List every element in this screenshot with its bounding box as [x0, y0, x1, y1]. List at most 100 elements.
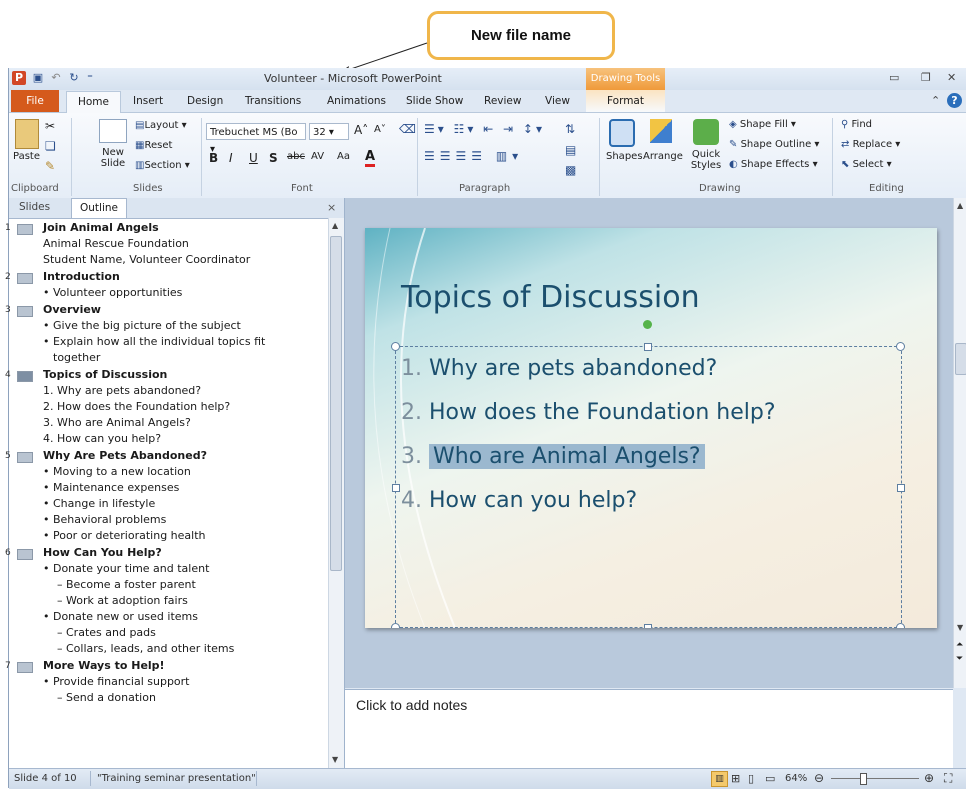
outline-line[interactable]: 4. How can you help? [9, 431, 327, 447]
clear-formatting-icon[interactable]: ⌫ [399, 122, 416, 136]
arrange-icon[interactable] [650, 119, 672, 143]
outline-slide[interactable]: 3 Overview • Give the big picture of the s… [5, 302, 327, 366]
outline-slide[interactable]: 5 Why Are Pets Abandoned? • Moving to a ne… [5, 448, 327, 544]
outline-scrollbar[interactable]: ▲ ▼ [328, 218, 344, 768]
shapes-button[interactable]: Shapes [606, 151, 643, 162]
slide-icon[interactable] [17, 371, 33, 382]
scroll-down-icon[interactable]: ▼ [957, 623, 963, 632]
zoom-slider[interactable] [831, 778, 919, 779]
outline-slide[interactable]: 7 More Ways to Help! • Provide financial s… [5, 658, 327, 706]
quick-styles-button[interactable]: Quick Styles [689, 149, 723, 171]
zoom-out-icon[interactable]: ⊖ [814, 771, 824, 785]
resize-handle[interactable] [644, 624, 652, 628]
shape-effects-button[interactable]: ◐ Shape Effects ▾ [729, 159, 818, 170]
outline-line[interactable]: • Donate your time and talent [9, 561, 327, 577]
tab-file[interactable]: File [11, 90, 59, 112]
notes-pane[interactable]: Click to add notes [345, 689, 953, 769]
outline-slide[interactable]: 1 Join Animal Angels Animal Rescue Foundat… [5, 220, 327, 268]
outline-line[interactable]: • Explain how all the individual topics … [9, 334, 327, 350]
slide-icon[interactable] [17, 452, 33, 463]
tab-review[interactable]: Review [484, 95, 521, 107]
outline-line[interactable]: • Provide financial support [9, 674, 327, 690]
underline-button[interactable]: U [249, 151, 258, 165]
outline-slide-title[interactable]: 6 How Can You Help? [1, 545, 327, 561]
section-button[interactable]: ▥ Section ▾ [135, 160, 190, 171]
outline-line[interactable]: • Change in lifestyle [9, 496, 327, 512]
tab-outline[interactable]: Outline [71, 198, 127, 218]
scroll-thumb[interactable] [955, 343, 966, 375]
tab-view[interactable]: View [545, 95, 570, 107]
tab-design[interactable]: Design [187, 95, 223, 107]
quick-styles-icon[interactable] [693, 119, 719, 145]
outline-line[interactable]: 3. Who are Animal Angels? [9, 415, 327, 431]
outline-slide-title[interactable]: 2 Introduction [1, 269, 327, 285]
scroll-down-icon[interactable]: ▼ [332, 755, 338, 764]
customize-toolbar-icon[interactable]: ⁼ [83, 71, 97, 85]
outline-line[interactable]: Animal Rescue Foundation [9, 236, 327, 252]
resize-handle[interactable] [897, 484, 905, 492]
outline-slide-title[interactable]: 7 More Ways to Help! [1, 658, 327, 674]
resize-handle[interactable] [644, 343, 652, 351]
resize-handle[interactable] [896, 342, 905, 351]
outline-line[interactable]: 1. Why are pets abandoned? [9, 383, 327, 399]
normal-view-icon[interactable]: ▥ [711, 771, 728, 787]
new-slide-button[interactable]: New Slide [97, 147, 129, 169]
strikethrough-button[interactable]: abc [287, 151, 305, 162]
redo-icon[interactable]: ↻ [67, 71, 81, 85]
outline-line[interactable]: • Behavioral problems [9, 512, 327, 528]
slide-canvas[interactable]: Topics of Discussion 1. Why are pets aba… [365, 228, 937, 628]
tab-home[interactable]: Home [66, 91, 121, 113]
slide-icon[interactable] [17, 273, 33, 284]
help-icon[interactable]: ? [947, 93, 962, 108]
zoom-in-icon[interactable]: ⊕ [924, 771, 934, 785]
arrange-button[interactable]: Arrange [643, 151, 683, 162]
smartart-icon[interactable]: ▩ [565, 163, 576, 177]
outline-slide-title[interactable]: 3 Overview [1, 302, 327, 318]
list-format-icons[interactable]: ☰▾ ☷▾ ⇤ ⇥ ↕▾ [424, 122, 545, 136]
slide-icon[interactable] [17, 224, 33, 235]
reading-view-icon[interactable]: ▯ [748, 772, 754, 785]
copy-icon[interactable]: ❏ [45, 139, 56, 153]
font-size-select[interactable]: 32 ▾ [309, 123, 349, 140]
change-case-button[interactable]: Aa [337, 151, 350, 162]
zoom-slider-thumb[interactable] [860, 773, 867, 785]
outline-line[interactable]: – Crates and pads [9, 625, 327, 641]
save-icon[interactable]: ▣ [31, 71, 45, 85]
slide-bullet[interactable]: 2. How does the Foundation help? [401, 400, 776, 425]
replace-button[interactable]: ⇄ Replace ▾ [841, 139, 900, 150]
find-button[interactable]: ⚲ Find [841, 119, 872, 130]
new-slide-icon[interactable] [99, 119, 127, 143]
outline-line[interactable]: • Donate new or used items [9, 609, 327, 625]
outline-slide[interactable]: 6 How Can You Help? • Donate your time and… [5, 545, 327, 657]
outline-line[interactable]: • Maintenance expenses [9, 480, 327, 496]
paste-button[interactable]: Paste [13, 151, 40, 162]
resize-handle[interactable] [392, 484, 400, 492]
slide-show-icon[interactable]: ▭ [765, 772, 775, 785]
content-placeholder[interactable] [395, 346, 902, 628]
shape-fill-button[interactable]: ◈ Shape Fill ▾ [729, 119, 796, 130]
outline-line[interactable]: 2. How does the Foundation help? [9, 399, 327, 415]
slide-icon[interactable] [17, 306, 33, 317]
align-text-icon[interactable]: ▤ [565, 143, 576, 157]
outline-slide-title[interactable]: 1 Join Animal Angels [1, 220, 327, 236]
tab-slides[interactable]: Slides [19, 201, 50, 213]
outline-line[interactable]: • Moving to a new location [9, 464, 327, 480]
outline-line[interactable]: – Send a donation [9, 690, 327, 706]
resize-handle[interactable] [896, 623, 905, 628]
scroll-up-icon[interactable]: ▲ [957, 201, 963, 210]
tab-slide-show[interactable]: Slide Show [406, 95, 463, 107]
outline-list[interactable]: 1 Join Animal Angels Animal Rescue Foundat… [5, 220, 327, 707]
char-spacing-button[interactable]: AV [311, 151, 324, 162]
shapes-icon[interactable] [609, 119, 635, 147]
align-icons[interactable]: ☰☰☰☰ ▥▾ [424, 149, 523, 163]
slide-icon[interactable] [17, 662, 33, 673]
text-direction-icon[interactable]: ⇅ [565, 122, 575, 136]
resize-handle[interactable] [391, 342, 400, 351]
slide-bullet[interactable]: 1. Why are pets abandoned? [401, 356, 717, 381]
paste-icon[interactable] [15, 119, 39, 149]
tab-transitions[interactable]: Transitions [245, 95, 301, 107]
slide-bullet[interactable]: 3. Who are Animal Angels? [401, 444, 705, 469]
slide-title[interactable]: Topics of Discussion [401, 280, 700, 315]
next-slide-icon[interactable]: ⏷ [956, 654, 963, 664]
outline-line[interactable]: • Poor or deteriorating health [9, 528, 327, 544]
